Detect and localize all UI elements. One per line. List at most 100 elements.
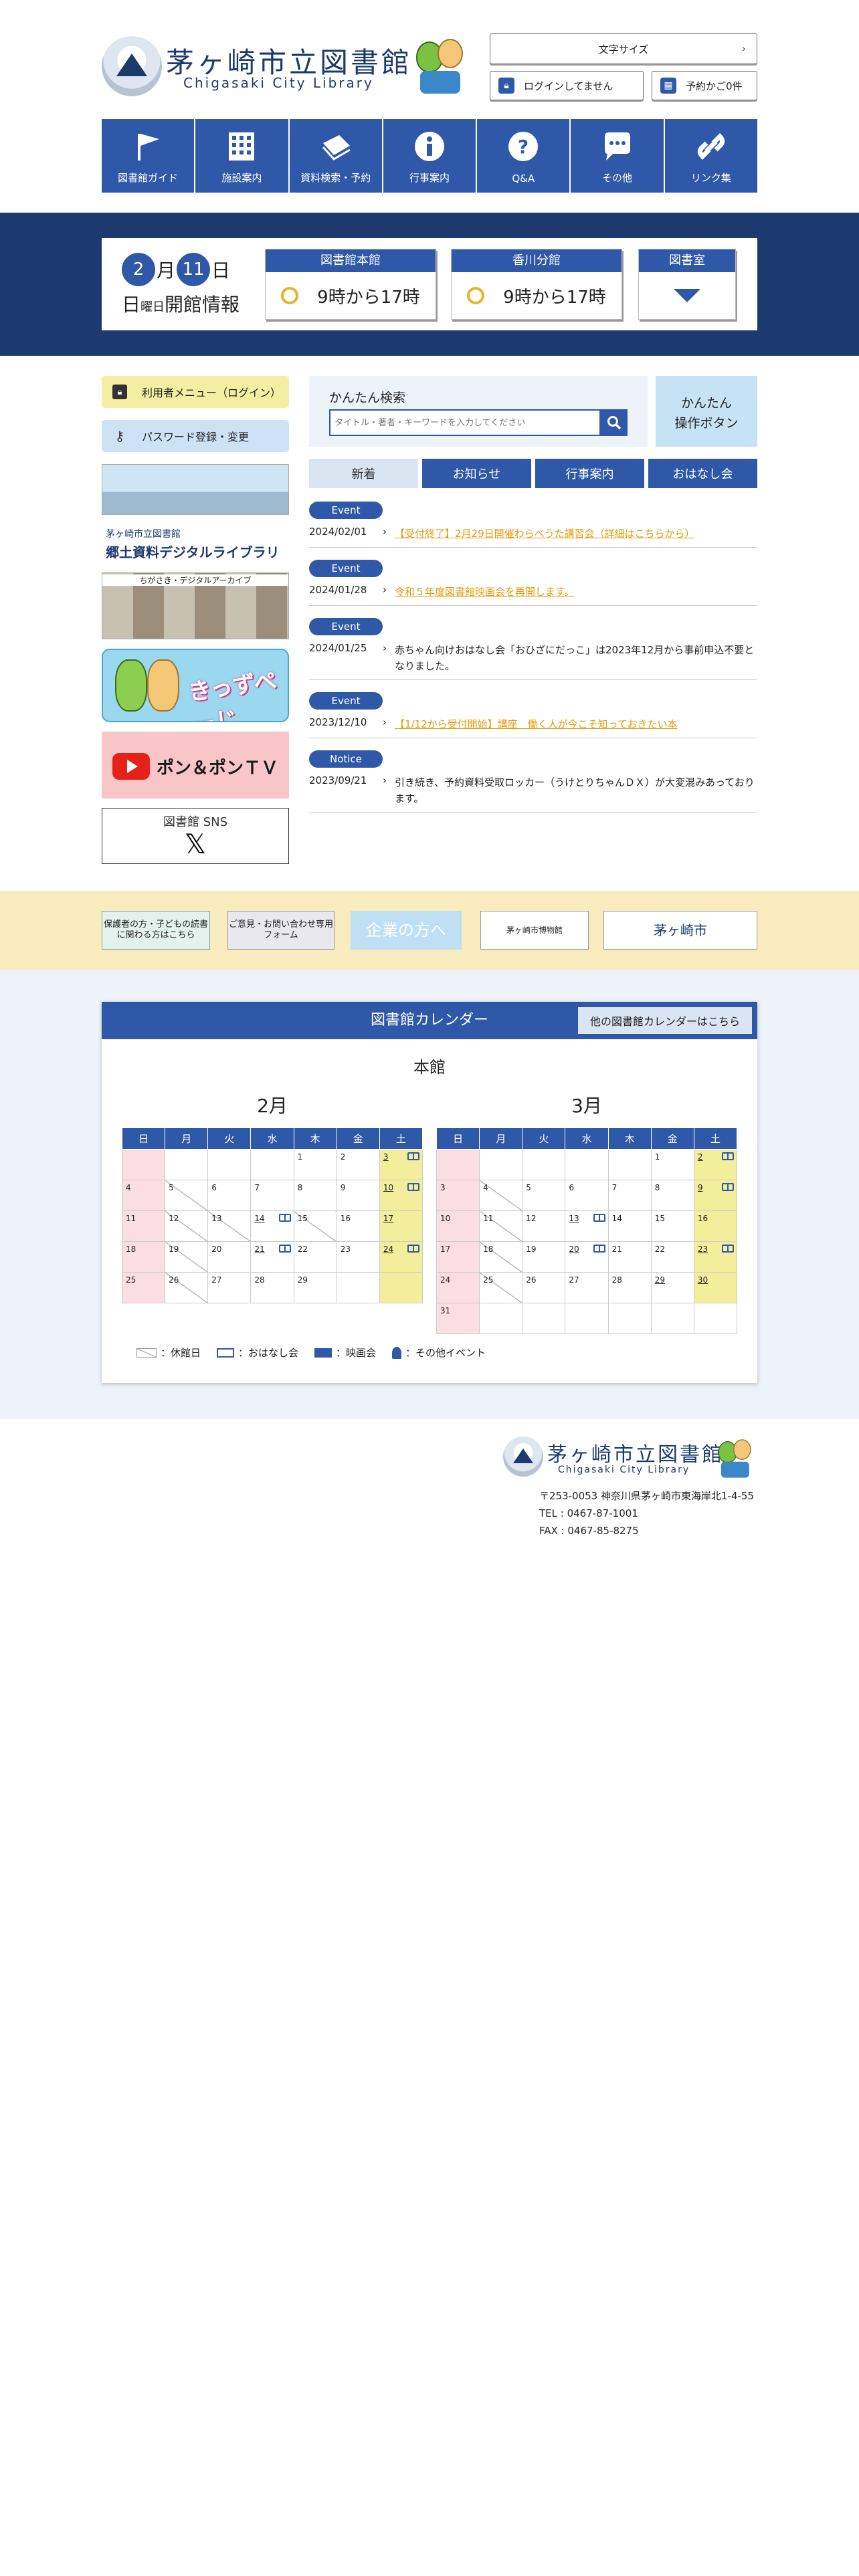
tab-new[interactable]: 新着: [309, 459, 418, 488]
fax: FAX : 0467-85-8275: [539, 1525, 639, 1537]
calendar-day: 16: [693, 1210, 738, 1242]
footer-address: 〒253-0053 神奈川県茅ヶ崎市東海岸北1-4-55 TEL : 0467-…: [539, 1487, 754, 1539]
login-label: ログインしてません: [524, 80, 613, 92]
calendar-day[interactable]: 29: [650, 1272, 694, 1303]
site-logo[interactable]: 茅ヶ崎市立図書館 Chigasaki City Library: [102, 35, 463, 98]
telephone: TEL : 0467-87-1001: [539, 1507, 638, 1519]
calendar-day[interactable]: 21: [250, 1241, 294, 1273]
weekday-tue: 火: [207, 1128, 252, 1150]
password-register-button[interactable]: ⚷ パスワード登録・変更: [102, 420, 289, 452]
calendar-day[interactable]: 10: [379, 1180, 423, 1211]
nav-events[interactable]: 行事案内: [383, 119, 478, 193]
other-calendar-button[interactable]: 他の図書館カレンダーはこちら: [577, 1006, 753, 1035]
library-sns-banner[interactable]: 図書館 SNS 𝕏: [102, 808, 289, 864]
footer-logo[interactable]: 茅ヶ崎市立図書館 Chigasaki City Library: [503, 1434, 757, 1481]
opening-info-label: 開館情報: [165, 294, 240, 316]
nav-library-guide[interactable]: 図書館ガイド: [102, 119, 196, 193]
library-emblem-icon: [102, 36, 162, 96]
calendar-day: 8: [293, 1180, 337, 1211]
tab-notice[interactable]: お知らせ: [422, 459, 531, 488]
calendar-day: 11: [479, 1210, 523, 1242]
calendar-day[interactable]: 24: [379, 1241, 423, 1273]
library-room-dropdown[interactable]: 図書室: [638, 249, 736, 320]
calendar-day[interactable]: 17: [379, 1210, 423, 1242]
parents-banner[interactable]: 保護者の方・子どもの読書に関わる方はこちら: [102, 911, 210, 950]
calendar-day: 24: [436, 1272, 480, 1303]
nav-links[interactable]: リンク集: [664, 119, 757, 193]
easy-operation-button[interactable]: かんたん 操作ボタン: [656, 376, 757, 447]
calendar-day: [565, 1149, 609, 1180]
calendar-day: 6: [565, 1180, 609, 1211]
calendar-day: [479, 1303, 523, 1334]
calendar-day[interactable]: 14: [250, 1210, 294, 1242]
city-banner[interactable]: 茅ヶ崎市: [603, 911, 757, 950]
calendar-day: 1: [293, 1149, 337, 1180]
nav-other[interactable]: その他: [571, 119, 665, 193]
search-input[interactable]: [329, 409, 601, 436]
logo-subtitle: Chigasaki City Library: [183, 75, 374, 91]
calendar-march: 3月 日 月 火 水 木 金 土 1 2 3 4 5 6 7 8 9 10 11…: [436, 1091, 738, 1334]
inquiry-form-banner[interactable]: ご意見・お問い合わせ専用フォーム: [227, 911, 335, 950]
calendar-day[interactable]: 23: [693, 1241, 738, 1273]
calendar-day: [165, 1149, 209, 1180]
calendar-day[interactable]: 30: [693, 1272, 738, 1303]
nav-search-reserve[interactable]: 資料検索・予約: [289, 119, 383, 193]
calendar-day: 10: [436, 1210, 480, 1242]
photo-banner[interactable]: [102, 464, 289, 515]
reservation-cart-button[interactable]: ▦ 予約かご0件: [652, 71, 757, 100]
calendar-day: 21: [607, 1241, 652, 1273]
digital-library-banner[interactable]: 茅ヶ崎市立図書館 郷土資料デジタルライブラリー: [102, 524, 289, 563]
calendar-day: [565, 1303, 609, 1334]
news-link[interactable]: 【受付終了】2月29日開催わらべうた講習会（詳細はこちらから）: [387, 526, 695, 542]
tab-events[interactable]: 行事案内: [535, 459, 644, 488]
museum-banner[interactable]: 茅ヶ崎市博物館: [480, 911, 589, 950]
main-library-hours: 図書館本館 9時から17時: [265, 249, 436, 320]
event-person-icon: [392, 1346, 402, 1359]
font-size-button[interactable]: 文字サイズ ›: [490, 33, 757, 64]
main-library-time: 9時から17時: [317, 287, 420, 308]
month-value: 2: [122, 253, 155, 286]
calendar-day[interactable]: 20: [565, 1241, 609, 1273]
weekday-wed: 水: [250, 1128, 294, 1150]
calendar-day[interactable]: 2: [693, 1149, 738, 1180]
lock-icon: 🔒︎: [498, 78, 514, 94]
film-icon: [314, 1348, 332, 1358]
business-banner[interactable]: 企業の方へ: [351, 911, 462, 950]
news-link[interactable]: 令和５年度図書館映画会を再開します。: [387, 584, 575, 600]
news-item: Event 2024/01/25 › 赤ちゃん向けおはなし会「おひざにだっこ」は20…: [309, 614, 757, 680]
calendar-day: 11: [121, 1210, 166, 1242]
calendar-day[interactable]: 13: [565, 1210, 609, 1242]
calendar-day: 22: [650, 1241, 694, 1273]
nav-facility[interactable]: 施設案内: [195, 119, 290, 193]
weekday-thu: 木: [607, 1128, 652, 1150]
tab-storytime[interactable]: おはなし会: [648, 459, 757, 488]
news-item: Event 2023/12/10 › 【1/12から受付開始】講座 働く人が今こそ知…: [309, 688, 757, 738]
main-library-name: 図書館本館: [266, 249, 436, 272]
weekday-tue: 火: [522, 1128, 566, 1150]
pon-tv-banner[interactable]: ポン＆ポンＴＶ: [102, 732, 289, 798]
legend-closed: ：休館日: [161, 1347, 201, 1359]
calendar-title: 図書館カレンダー: [370, 1012, 488, 1029]
nav-label: その他: [602, 172, 633, 184]
nav-qa[interactable]: ? Q&A: [477, 119, 571, 193]
calendar-day[interactable]: 9: [693, 1180, 738, 1211]
storytime-icon: [722, 1245, 734, 1253]
calendar-day: [479, 1149, 523, 1180]
user-menu-login-button[interactable]: 🔒︎ 利用者メニュー（ログイン）: [102, 376, 289, 408]
calendar-day: 5: [165, 1180, 209, 1211]
calendar-day: [607, 1303, 652, 1334]
weekday-fri: 金: [336, 1128, 380, 1150]
calendar-day: 31: [436, 1303, 480, 1334]
kids-page-banner[interactable]: きっずぺーじ: [102, 649, 289, 722]
mascot-icon: [411, 35, 464, 96]
news-link[interactable]: 【1/12から受付開始】講座 働く人が今こそ知っておきたい本: [387, 716, 678, 732]
news-tabs: 新着 お知らせ 行事案内 おはなし会: [309, 459, 757, 488]
day-unit: 日: [211, 259, 231, 282]
digital-archive-banner[interactable]: ちがさき・デジタルアーカイブ: [102, 572, 289, 639]
month-label: 2月: [257, 1095, 288, 1117]
login-button[interactable]: 🔒︎ ログインしてません: [490, 71, 644, 100]
font-size-label: 文字サイズ: [598, 43, 649, 56]
calendar-day: 28: [250, 1272, 294, 1303]
search-button[interactable]: [601, 409, 628, 436]
calendar-day[interactable]: 3: [379, 1149, 423, 1180]
